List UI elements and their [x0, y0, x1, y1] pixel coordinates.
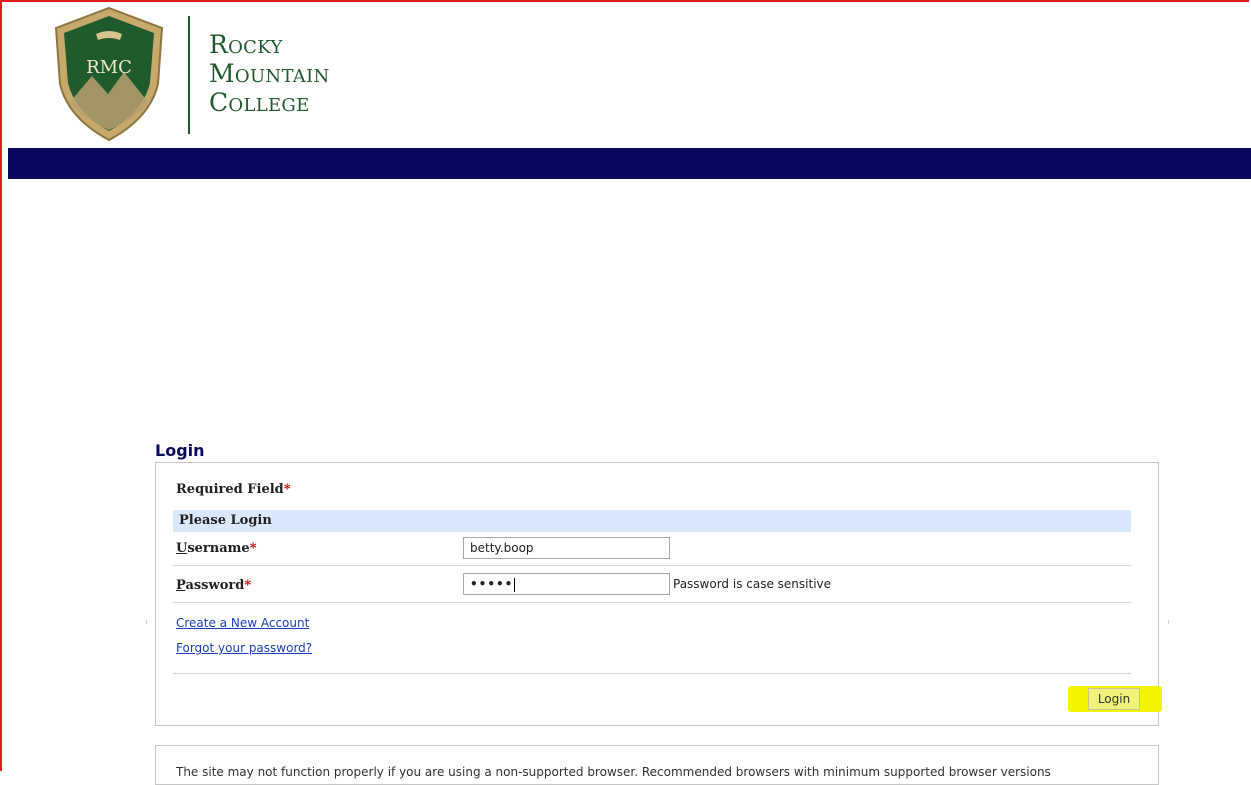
password-label: Password* — [176, 578, 251, 593]
browser-notice-text: The site may not function properly if yo… — [176, 765, 1051, 779]
username-label-accesskey: U — [176, 541, 188, 556]
college-name-line-1: Rocky — [209, 30, 283, 59]
required-field-label: Required Field — [176, 482, 284, 497]
crest-text: RMC — [86, 57, 132, 78]
create-account-link[interactable]: Create a New Account — [176, 616, 309, 630]
text-caret — [514, 577, 516, 592]
college-name: Rocky Mountain College — [209, 30, 330, 117]
site-header: RMC Rocky Mountain College — [0, 0, 1251, 148]
panel-tick-left — [146, 620, 147, 624]
password-input[interactable]: ••••• — [463, 573, 670, 595]
please-login-section-bar: Please Login — [173, 510, 1131, 532]
panel-tick-right — [1168, 620, 1169, 624]
header-divider — [188, 16, 190, 134]
username-required-marker: * — [249, 541, 257, 556]
username-row-divider — [173, 565, 1131, 566]
college-name-line-2: Mountain — [209, 59, 330, 88]
forgot-password-link[interactable]: Forgot your password? — [176, 641, 312, 655]
required-field-note: Required Field* — [176, 482, 291, 497]
college-name-line-3: College — [209, 88, 310, 117]
password-case-note: Password is case sensitive — [673, 577, 832, 591]
actions-divider — [173, 673, 1131, 674]
password-required-marker: * — [244, 578, 252, 593]
password-row-divider — [173, 602, 1131, 603]
required-marker: * — [283, 482, 291, 497]
login-button[interactable]: Login — [1088, 688, 1140, 710]
username-label: Username* — [176, 541, 257, 556]
password-label-text: assword — [185, 578, 245, 593]
login-heading: Login — [155, 441, 205, 460]
please-login-title: Please Login — [179, 513, 272, 528]
password-masked-value: ••••• — [470, 577, 514, 591]
username-input[interactable]: betty.boop — [463, 537, 670, 559]
username-label-text: sername — [187, 541, 250, 556]
navigation-bar — [8, 148, 1251, 179]
college-crest-logo: RMC — [54, 6, 164, 142]
